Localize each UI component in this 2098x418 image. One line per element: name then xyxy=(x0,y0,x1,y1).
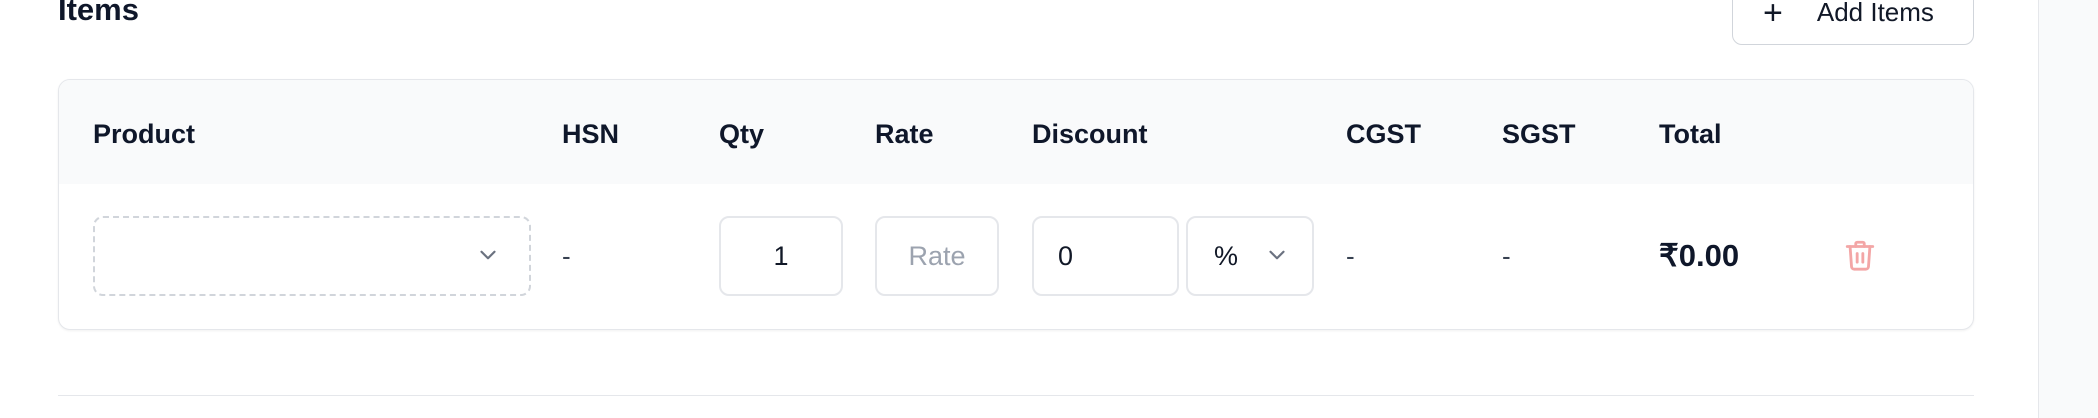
items-table: Product HSN Qty Rate Discount CGST SGST … xyxy=(58,79,1974,330)
discount-type-value: % xyxy=(1214,240,1239,271)
table-header: Product HSN Qty Rate Discount CGST SGST … xyxy=(59,80,1973,184)
plus-icon: + xyxy=(1763,0,1783,32)
header-sgst: SGST xyxy=(1502,119,1576,149)
add-items-label: Add Items xyxy=(1816,0,1934,27)
chevron-down-icon xyxy=(1264,242,1290,275)
trash-icon[interactable] xyxy=(1843,238,1877,277)
hsn-value: - xyxy=(562,241,571,271)
discount-input[interactable]: 0 xyxy=(1032,216,1179,296)
chevron-down-icon xyxy=(475,242,501,273)
invoice-items-page: Items + Add Items Product HSN Qty Rate D… xyxy=(0,0,2098,418)
header-rate: Rate xyxy=(875,119,934,149)
row-total: ₹0.00 xyxy=(1659,238,1740,273)
right-rail xyxy=(2038,0,2098,418)
section-divider xyxy=(58,395,1974,396)
qty-input[interactable]: 1 xyxy=(719,216,843,296)
header-cgst: CGST xyxy=(1346,119,1422,149)
header-hsn: HSN xyxy=(562,119,620,149)
header-discount: Discount xyxy=(1032,119,1148,149)
add-items-button[interactable]: + Add Items xyxy=(1732,0,1974,45)
header-total: Total xyxy=(1659,119,1722,149)
discount-type-select[interactable]: % xyxy=(1186,216,1314,296)
header-product: Product xyxy=(93,119,196,149)
rate-input[interactable]: Rate xyxy=(875,216,999,296)
product-select[interactable] xyxy=(93,216,531,296)
header-qty: Qty xyxy=(719,119,765,149)
cgst-value: - xyxy=(1346,241,1355,271)
section-title: Items xyxy=(58,0,139,27)
sgst-value: - xyxy=(1502,241,1511,271)
